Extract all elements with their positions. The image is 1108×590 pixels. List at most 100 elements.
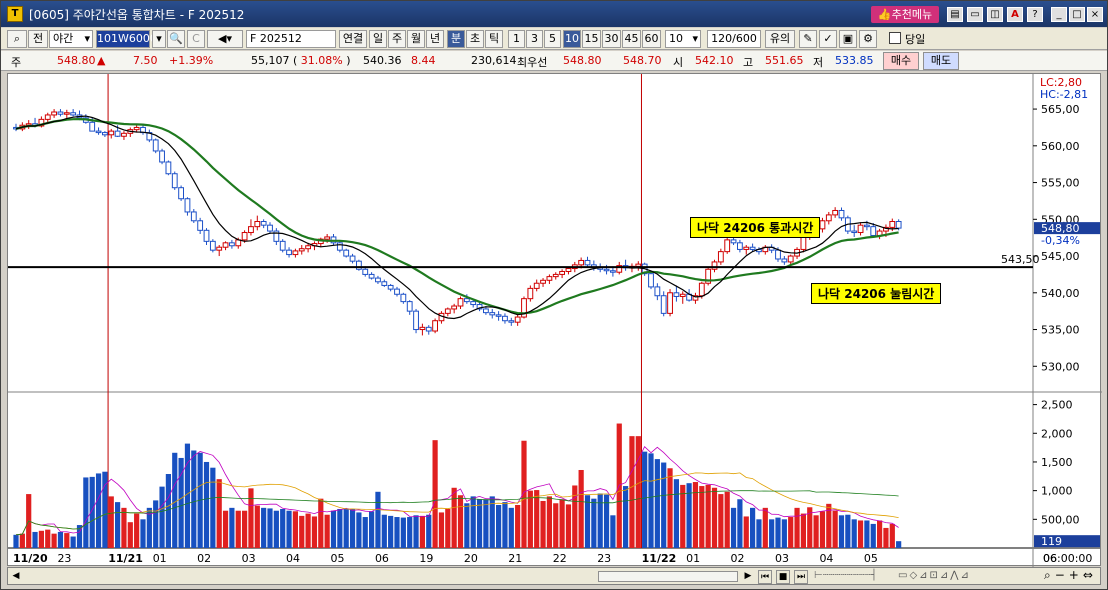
interval-select[interactable]: 10 ▾: [665, 30, 701, 48]
refresh-icon[interactable]: C: [187, 30, 205, 48]
second-button[interactable]: 초: [466, 30, 484, 48]
price-tick-label: 560,00: [1041, 140, 1080, 153]
candle-body: [832, 209, 839, 216]
tick-button[interactable]: 틱: [485, 30, 503, 48]
code-dropdown-icon[interactable]: ▾: [152, 30, 166, 48]
filter-icon[interactable]: ⌕: [7, 30, 27, 48]
annotation-pullback[interactable]: 나닥 24206 눌림시간: [811, 283, 942, 304]
save-icon[interactable]: ▣: [839, 30, 857, 48]
today-checkbox[interactable]: [889, 32, 901, 44]
close-icon[interactable]: ×: [1087, 7, 1103, 22]
symbol-input[interactable]: F 202512: [246, 30, 336, 48]
zoom-slider[interactable]: ⊢┄┄┄┄┄┄┄┄┤: [814, 570, 896, 584]
volume-bar: [381, 514, 387, 548]
volume-bar: [127, 522, 133, 548]
drawing-tools-icon[interactable]: ▭◇⊿⊡⊿⋀⊿: [898, 570, 1038, 584]
maximize-icon[interactable]: □: [1069, 7, 1085, 22]
chart-area[interactable]: 565,00 560,00 555,00 550,00 545,00 540,00 535,…: [7, 73, 1102, 561]
tools-icon[interactable]: ✎: [799, 30, 817, 48]
minute-button[interactable]: 분: [447, 30, 465, 48]
volume-bar: [191, 450, 197, 548]
code-input[interactable]: 101W6000: [96, 30, 157, 48]
zoom-icons[interactable]: ⌕−+⇔: [1044, 569, 1100, 583]
chart-svg[interactable]: 565,00560,00555,00550,00545,00540,00535,…: [8, 74, 1102, 561]
scroll-bar[interactable]: ◀ ▶ ⏮ ■ ⏭ ⊢┄┄┄┄┄┄┄┄┤ ▭◇⊿⊡⊿⋀⊿ ⌕−+⇔: [7, 567, 1101, 585]
volume-bar: [140, 519, 146, 548]
volume-bar: [242, 510, 248, 548]
volume-bar: [470, 496, 476, 548]
volume-bar: [877, 520, 883, 548]
volume-bar: [273, 510, 279, 548]
sell-button[interactable]: 매도: [923, 52, 959, 70]
candle-body: [559, 270, 566, 275]
candle-body: [851, 230, 858, 234]
interval-60-button[interactable]: 60: [642, 30, 661, 48]
rewind-icon[interactable]: ⏮: [758, 570, 772, 584]
week-button[interactable]: 주: [388, 30, 406, 48]
candle-body: [114, 130, 121, 137]
candle-body: [451, 305, 458, 310]
scroll-left-icon[interactable]: ◀: [10, 570, 22, 582]
interval-1-button[interactable]: 1: [508, 30, 525, 48]
candle-body: [57, 111, 64, 115]
volume-bar: [496, 504, 502, 548]
volume-bar: [654, 459, 660, 548]
interval-5-button[interactable]: 5: [544, 30, 561, 48]
candle-body: [495, 314, 502, 317]
session-select[interactable]: 야간 ▾: [49, 30, 93, 48]
minimize-icon[interactable]: _: [1051, 7, 1067, 22]
link-button[interactable]: 연결: [339, 30, 367, 48]
interval-30-button[interactable]: 30: [602, 30, 621, 48]
jeon-button[interactable]: 전: [28, 30, 48, 48]
volume-bar: [343, 508, 349, 548]
volume-bar: [438, 512, 445, 548]
volume-bar: [13, 534, 19, 548]
candle-body: [749, 246, 756, 250]
candle-body: [825, 214, 832, 222]
count-input[interactable]: 120/600: [707, 30, 761, 48]
candle-body: [724, 239, 731, 253]
day-button[interactable]: 일: [369, 30, 387, 48]
stop-icon[interactable]: ■: [776, 570, 790, 584]
volume-bar: [254, 505, 260, 548]
recommend-menu-button[interactable]: 👍추천메뉴: [871, 6, 939, 23]
year-button[interactable]: 년: [426, 30, 444, 48]
gear-icon[interactable]: ⚙: [859, 30, 877, 48]
candle-body: [444, 308, 451, 314]
scroll-right-icon[interactable]: ▶: [742, 570, 754, 582]
month-button[interactable]: 월: [407, 30, 425, 48]
candle-body: [209, 240, 216, 251]
note-button[interactable]: 유의: [765, 30, 795, 48]
buy-button[interactable]: 매수: [883, 52, 919, 70]
speaker-icon[interactable]: ◀▾: [207, 30, 243, 48]
interval-15-button[interactable]: 15: [582, 30, 601, 48]
title-bar[interactable]: T [0605] 주야간선옵 통합차트 - F 202512 👍추천메뉴 ▤ ▭…: [1, 1, 1107, 27]
candle-body: [540, 279, 546, 284]
candle-body: [660, 295, 667, 314]
candle-body: [514, 316, 521, 323]
screen-icon[interactable]: ▭: [967, 7, 983, 22]
forward-icon[interactable]: ⏭: [794, 570, 808, 584]
check-icon[interactable]: ✓: [819, 30, 837, 48]
font-icon[interactable]: A: [1007, 7, 1023, 22]
candle-body: [267, 224, 273, 232]
volume-ratio: 31.08%: [300, 54, 343, 67]
current-volume-label: 119: [1041, 535, 1062, 548]
search-icon[interactable]: 🔍: [167, 30, 185, 48]
interval-10-button[interactable]: 10: [563, 30, 581, 48]
candle-body: [171, 173, 178, 189]
volume-bar: [165, 474, 171, 548]
volume-bar: [718, 494, 724, 548]
annotation-pass[interactable]: 나닥 24206 통과시간: [690, 217, 821, 238]
volume-bar: [330, 510, 337, 548]
help-icon[interactable]: ?: [1027, 7, 1043, 22]
layout-icon[interactable]: ▤: [947, 7, 963, 22]
scroll-thumb[interactable]: [598, 571, 738, 582]
interval-45-button[interactable]: 45: [622, 30, 641, 48]
candle-body: [387, 284, 394, 290]
volume-bar: [534, 490, 540, 548]
interval-3-button[interactable]: 3: [526, 30, 543, 48]
window-icon[interactable]: ◫: [987, 7, 1003, 22]
thumbs-up-icon: 👍: [877, 8, 892, 21]
volume-bar: [889, 523, 895, 548]
